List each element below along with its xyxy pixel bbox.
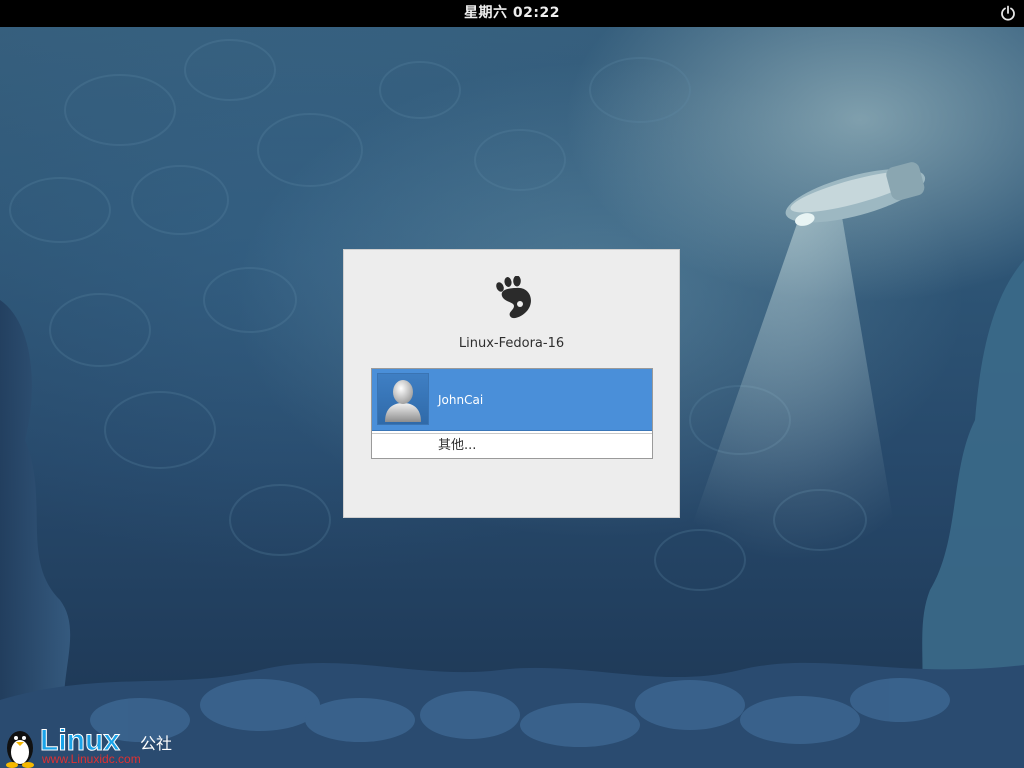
avatar <box>377 373 429 425</box>
user-avatar-icon <box>385 380 421 422</box>
gnome-foot-icon <box>496 276 531 319</box>
linuxidc-watermark: Linux 公社 www.Linuxidc.com <box>6 724 172 768</box>
watermark-brand-suffix: 公社 <box>140 734 172 753</box>
penguin-logo-icon <box>6 731 34 768</box>
watermark-url: www.Linuxidc.com <box>41 752 141 766</box>
login-dialog: Linux-Fedora-16 JohnCai 其他... <box>343 249 680 518</box>
clock[interactable]: 星期六 02:22 <box>0 0 1024 27</box>
top-panel: 星期六 02:22 <box>0 0 1024 27</box>
user-list: JohnCai 其他... <box>371 368 653 459</box>
power-icon[interactable] <box>1000 5 1016 21</box>
other-user-label: 其他... <box>438 438 477 453</box>
host-name: Linux-Fedora-16 <box>458 336 565 351</box>
user-name: JohnCai <box>438 393 484 407</box>
user-item-johncai[interactable]: JohnCai <box>372 369 652 431</box>
other-user-item[interactable]: 其他... <box>372 433 652 458</box>
